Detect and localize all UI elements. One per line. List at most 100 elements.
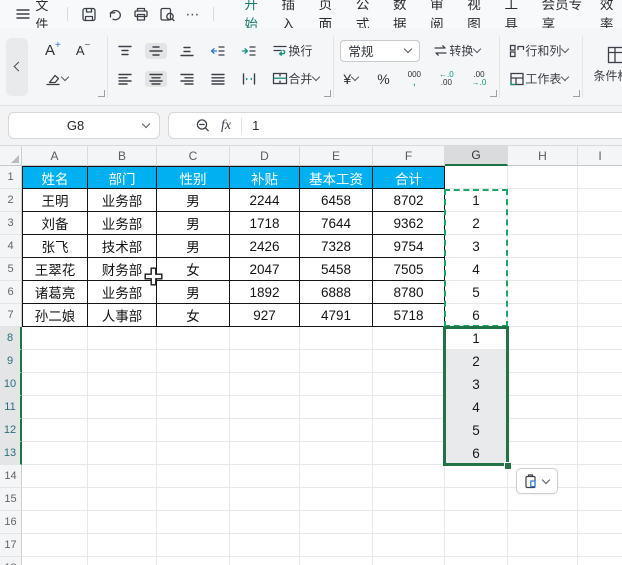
cell[interactable]	[22, 327, 88, 350]
ribbon-collapse-button[interactable]	[6, 38, 28, 96]
cell[interactable]	[373, 327, 445, 350]
cell[interactable]	[230, 373, 300, 396]
col-header-I[interactable]: I	[578, 146, 622, 166]
select-all-corner[interactable]	[0, 146, 22, 166]
table-cell[interactable]: 7644	[300, 212, 373, 235]
table-header-cell[interactable]: 部门	[88, 166, 157, 189]
justify-button[interactable]	[207, 71, 229, 87]
table-cell[interactable]: 财务部	[88, 258, 157, 281]
row-header[interactable]: 1	[0, 166, 22, 189]
table-cell[interactable]: 2426	[230, 235, 300, 258]
cell[interactable]	[445, 488, 508, 511]
cell[interactable]	[508, 396, 578, 419]
cell[interactable]	[578, 327, 622, 350]
cell[interactable]	[578, 396, 622, 419]
cell[interactable]	[508, 212, 578, 235]
print-preview-icon[interactable]	[159, 6, 176, 22]
cell[interactable]	[300, 511, 373, 534]
cell[interactable]	[373, 511, 445, 534]
table-cell[interactable]: 5458	[300, 258, 373, 281]
cell[interactable]	[300, 419, 373, 442]
cell[interactable]	[157, 557, 230, 565]
row-header-selected[interactable]: 11	[0, 396, 22, 419]
name-box[interactable]: G8	[8, 112, 160, 139]
cell[interactable]	[22, 488, 88, 511]
cell[interactable]	[578, 189, 622, 212]
percent-format-button[interactable]: %	[374, 69, 392, 89]
cell[interactable]	[508, 350, 578, 373]
active-cell[interactable]: 1	[445, 327, 508, 350]
cell[interactable]	[508, 235, 578, 258]
cell[interactable]	[22, 465, 88, 488]
row-header[interactable]: 2	[0, 189, 22, 212]
cell[interactable]	[300, 465, 373, 488]
cell[interactable]	[230, 465, 300, 488]
table-cell[interactable]: 927	[230, 304, 300, 327]
table-cell[interactable]: 男	[157, 235, 230, 258]
cell[interactable]	[157, 350, 230, 373]
table-cell[interactable]: 王明	[22, 189, 88, 212]
cell[interactable]	[88, 511, 157, 534]
fill-handle[interactable]	[504, 462, 512, 470]
table-header-cell[interactable]: 姓名	[22, 166, 88, 189]
cell[interactable]	[88, 419, 157, 442]
align-middle-button[interactable]	[145, 43, 167, 59]
col-header-F[interactable]: F	[373, 146, 445, 166]
copied-cell[interactable]: 4	[445, 258, 508, 281]
formula-input[interactable]: fx 1	[168, 112, 622, 139]
conditional-formatting-button[interactable]: 条件格式	[583, 35, 622, 99]
cell[interactable]	[578, 304, 622, 327]
table-cell[interactable]: 女	[157, 304, 230, 327]
table-cell[interactable]: 男	[157, 189, 230, 212]
table-cell[interactable]: 孙二娘	[22, 304, 88, 327]
table-header-cell[interactable]: 性别	[157, 166, 230, 189]
cell[interactable]	[300, 534, 373, 557]
selected-cell[interactable]: 6	[445, 442, 508, 465]
cell[interactable]	[508, 511, 578, 534]
zoom-out-icon[interactable]	[195, 118, 211, 133]
convert-button[interactable]: 转换	[429, 40, 484, 61]
col-header-C[interactable]: C	[157, 146, 230, 166]
row-header-selected[interactable]: 12	[0, 419, 22, 442]
table-cell[interactable]: 业务部	[88, 189, 157, 212]
table-cell[interactable]: 技术部	[88, 235, 157, 258]
decrease-decimal-button[interactable]: ←.0.00	[436, 69, 457, 89]
cell[interactable]	[578, 235, 622, 258]
cell[interactable]	[373, 465, 445, 488]
cell[interactable]	[445, 166, 508, 189]
cell[interactable]	[22, 373, 88, 396]
align-center-button[interactable]	[145, 71, 167, 87]
cell[interactable]	[373, 396, 445, 419]
cell[interactable]	[88, 396, 157, 419]
row-header[interactable]: 6	[0, 281, 22, 304]
cell[interactable]	[157, 327, 230, 350]
cell[interactable]	[578, 465, 622, 488]
table-cell[interactable]: 业务部	[88, 281, 157, 304]
cell[interactable]	[230, 396, 300, 419]
cell[interactable]	[578, 373, 622, 396]
cell[interactable]	[300, 442, 373, 465]
row-header-selected[interactable]: 8	[0, 327, 22, 350]
align-top-button[interactable]	[114, 43, 136, 59]
row-header[interactable]: 17	[0, 534, 22, 557]
col-header-E[interactable]: E	[300, 146, 373, 166]
row-header[interactable]: 18	[0, 557, 22, 565]
cell[interactable]	[445, 557, 508, 565]
cell[interactable]	[300, 557, 373, 565]
cell[interactable]	[578, 557, 622, 565]
cell[interactable]	[373, 534, 445, 557]
cell[interactable]	[300, 396, 373, 419]
row-header[interactable]: 14	[0, 465, 22, 488]
cell[interactable]	[508, 281, 578, 304]
cell[interactable]	[508, 166, 578, 189]
cell[interactable]	[230, 442, 300, 465]
number-format-select[interactable]: 常规	[340, 40, 420, 62]
cell[interactable]	[22, 442, 88, 465]
cell[interactable]	[230, 327, 300, 350]
print-icon[interactable]	[133, 6, 149, 22]
col-header-A[interactable]: A	[22, 146, 88, 166]
row-header[interactable]: 3	[0, 212, 22, 235]
cell[interactable]	[578, 442, 622, 465]
cell[interactable]	[445, 534, 508, 557]
table-cell[interactable]: 人事部	[88, 304, 157, 327]
